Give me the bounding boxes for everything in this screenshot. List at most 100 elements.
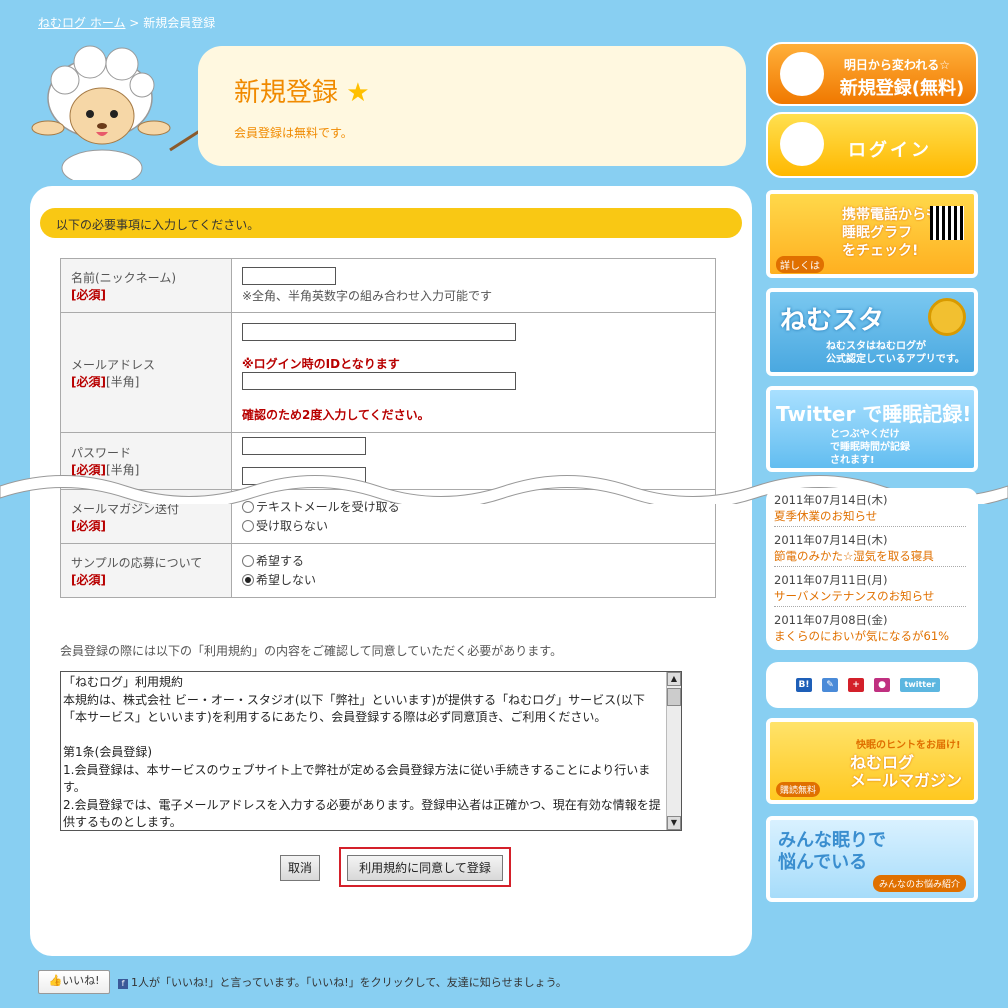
magazine-option-none[interactable]: 受け取らない bbox=[242, 517, 705, 536]
terms-textarea[interactable]: 「ねむログ」利用規約 本規約は、株式会社 ビー・オー・スタジオ(以下「弊社」といい… bbox=[60, 671, 682, 831]
radio-icon[interactable] bbox=[242, 520, 254, 532]
hatena-bookmark-icon[interactable]: B! bbox=[796, 678, 812, 692]
breadcrumb-current: 新規会員登録 bbox=[143, 16, 216, 30]
terms-scrollbar[interactable]: ▲ ▼ bbox=[666, 672, 681, 830]
magazine-required: [必須] bbox=[71, 518, 106, 533]
star-icon: ★ bbox=[346, 78, 370, 108]
nemusuta-sub: ねむスタはねむログが 公式認定しているアプリです。 bbox=[826, 340, 965, 366]
news-date: 2011年07月08日(金) bbox=[774, 613, 888, 627]
mail-magazine-banner[interactable]: 快眠のヒントをお届け! ねむログ メールマガジン 購読無料 bbox=[766, 718, 978, 804]
nemusuta-logo: ねむスタ bbox=[780, 306, 885, 336]
buzzurl-icon[interactable]: ● bbox=[874, 678, 890, 692]
scroll-thumb[interactable] bbox=[667, 688, 681, 706]
register-label: 新規登録(無料) bbox=[839, 78, 965, 99]
twitter-banner-logo: Twitter で睡眠記録! bbox=[776, 402, 972, 426]
cancel-button[interactable]: 取消 bbox=[280, 855, 320, 881]
name-input[interactable] bbox=[242, 267, 336, 285]
news-item[interactable]: 2011年07月11日(月) サーバメンテナンスのお知らせ bbox=[774, 572, 966, 607]
agree-button-highlight: 利用規約に同意して登録 bbox=[339, 847, 511, 887]
like-button-label: いいね! bbox=[62, 974, 100, 987]
nemusuta-sub-line2: 公式認定しているアプリです。 bbox=[826, 354, 965, 365]
login-label: ログイン bbox=[848, 140, 932, 161]
news-title-link[interactable]: 夏季休業のお知らせ bbox=[774, 508, 966, 524]
qr-code-icon bbox=[930, 206, 964, 240]
sidebar-login-button[interactable]: ログイン bbox=[766, 112, 978, 178]
news-item[interactable]: 2011年07月08日(金) まくらのにおいが気になるが61% bbox=[774, 612, 966, 646]
mail-banner-title-line1: ねむログ bbox=[850, 753, 915, 772]
nemusuta-sub-line1: ねむスタはねむログが bbox=[826, 341, 926, 352]
worry-banner-pill: みんなのお悩み紹介 bbox=[872, 875, 966, 892]
livedoor-clip-icon[interactable]: ✎ bbox=[822, 678, 838, 692]
name-required: [必須] bbox=[71, 287, 106, 302]
twitter-sub-line1: とつぶやくだけ bbox=[830, 429, 900, 440]
email-input[interactable] bbox=[242, 322, 516, 341]
terms-line: 2.会員登録では、電子メールアドレスを入力する必要があります。登録申込者は正確か… bbox=[63, 797, 661, 830]
worry-banner-title: みんな眠りで 悩んでいる bbox=[778, 830, 886, 874]
mobile-banner-line2: 睡眠グラフ bbox=[842, 225, 912, 241]
breadcrumb-home-link[interactable]: ねむログ ホーム bbox=[38, 16, 125, 30]
name-note: ※全角、半角英数字の組み合わせ入力可能です bbox=[242, 289, 493, 303]
facebook-like-button[interactable]: 👍いいね! bbox=[38, 970, 110, 994]
mobile-banner-line3: をチェック! bbox=[842, 243, 919, 259]
terms-intro: 会員登録の際には以下の「利用規約」の内容をご確認して同意していただく必要がありま… bbox=[60, 644, 563, 658]
scroll-up-icon[interactable]: ▲ bbox=[667, 672, 681, 686]
door-icon bbox=[780, 122, 824, 166]
terms-text: 「ねむログ」利用規約 本規約は、株式会社 ビー・オー・スタジオ(以下「弊社」といい… bbox=[61, 672, 665, 830]
scroll-down-icon[interactable]: ▼ bbox=[667, 816, 681, 830]
nemusuta-banner[interactable]: ねむスタ ねむスタはねむログが 公式認定しているアプリです。 bbox=[766, 288, 978, 376]
notice-bar: 以下の必要事項に入力してください。 bbox=[40, 208, 742, 238]
password-input[interactable] bbox=[242, 437, 366, 455]
sidebar-register-button[interactable]: 明日から変われる☆ 新規登録(無料) bbox=[766, 42, 978, 106]
twitter-sleep-banner[interactable]: Twitter で睡眠記録! とつぶやくだけ で睡眠時間が記録 されます! bbox=[766, 386, 978, 472]
mobile-banner-line1: 携帯電話からも bbox=[842, 207, 940, 223]
terms-line bbox=[63, 727, 663, 745]
email-label-cell: メールアドレス [必須][半角] bbox=[60, 312, 232, 433]
sample-required: [必須] bbox=[71, 572, 106, 587]
notice-text: 以下の必要事項に入力してください。 bbox=[56, 218, 260, 232]
sample-label: サンプルの応募について bbox=[71, 555, 203, 570]
registration-form: 名前(ニックネーム) [必須] ※全角、半角英数字の組み合わせ入力可能です メー… bbox=[60, 258, 716, 598]
mobile-graph-banner[interactable]: 携帯電話からも 睡眠グラフ をチェック! 詳しくは bbox=[766, 190, 978, 278]
mail-banner-pill: 購読無料 bbox=[776, 782, 821, 797]
mail-banner-hint: 快眠のヒントをお届け! bbox=[856, 740, 961, 751]
twitter-banner-sub: とつぶやくだけ で睡眠時間が記録 されます! bbox=[830, 428, 910, 467]
mail-banner-title-line2: メールマガジン bbox=[850, 771, 963, 790]
yahoo-bookmark-icon[interactable]: + bbox=[848, 678, 864, 692]
email-label: メールアドレス bbox=[71, 357, 156, 372]
email-note-login-id: ※ログイン時のIDとなります bbox=[242, 356, 400, 371]
news-date: 2011年07月14日(木) bbox=[774, 493, 888, 507]
register-tagline: 明日から変われる☆ bbox=[843, 58, 951, 72]
news-title-link[interactable]: サーバメンテナンスのお知らせ bbox=[774, 588, 966, 604]
page-title-box: 新規登録 ★ 会員登録は無料です。 bbox=[198, 46, 746, 166]
news-list: 2011年07月14日(木) 夏季休業のお知らせ 2011年07月14日(木) … bbox=[766, 488, 978, 650]
news-item[interactable]: 2011年07月14日(木) 夏季休業のお知らせ bbox=[774, 492, 966, 527]
sample-option-yes-label: 希望する bbox=[256, 553, 305, 568]
news-item[interactable]: 2011年07月14日(木) 節電のみかた☆湿気を取る寝具 bbox=[774, 532, 966, 567]
sample-label-cell: サンプルの応募について [必須] bbox=[60, 543, 232, 598]
like-count-text: f 1人が「いいね!」と言っています。「いいね!」をクリックして、友達に知らせまし… bbox=[118, 974, 567, 990]
agree-register-button[interactable]: 利用規約に同意して登録 bbox=[347, 855, 503, 881]
sleep-worry-banner[interactable]: みんな眠りで 悩んでいる みんなのお悩み紹介 bbox=[766, 816, 978, 902]
name-field-cell: ※全角、半角英数字の組み合わせ入力可能です bbox=[231, 258, 716, 313]
news-title-link[interactable]: まくらのにおいが気になるが61% bbox=[774, 628, 966, 644]
worry-banner-line2: 悩んでいる bbox=[778, 852, 868, 873]
email-required: [必須] bbox=[71, 374, 106, 389]
twitter-share-icon[interactable]: twitter bbox=[900, 678, 940, 692]
page-title: 新規登録 ★ bbox=[234, 72, 370, 109]
radio-icon[interactable] bbox=[242, 555, 254, 567]
terms-line: 「ねむログ」利用規約 bbox=[63, 675, 184, 689]
mail-banner-title: ねむログ メールマガジン bbox=[850, 754, 962, 790]
radio-selected-icon[interactable] bbox=[242, 574, 254, 586]
news-date: 2011年07月11日(月) bbox=[774, 573, 888, 587]
twitter-sub-line3: されます! bbox=[830, 455, 875, 466]
breadcrumb: ねむログ ホーム > 新規会員登録 bbox=[38, 14, 215, 31]
news-title-link[interactable]: 節電のみかた☆湿気を取る寝具 bbox=[774, 548, 966, 564]
sheep-icon bbox=[780, 52, 824, 96]
email-note-confirm: 確認のため2度入力してください。 bbox=[242, 407, 430, 422]
email-confirm-input[interactable] bbox=[242, 371, 516, 390]
worry-banner-line1: みんな眠りで bbox=[778, 830, 886, 851]
breadcrumb-separator: > bbox=[129, 16, 140, 30]
sample-option-no[interactable]: 希望しない bbox=[242, 571, 705, 590]
email-field-cell: ※ログイン時のIDとなります 確認のため2度入力してください。 bbox=[231, 312, 716, 433]
sample-option-yes[interactable]: 希望する bbox=[242, 552, 705, 571]
